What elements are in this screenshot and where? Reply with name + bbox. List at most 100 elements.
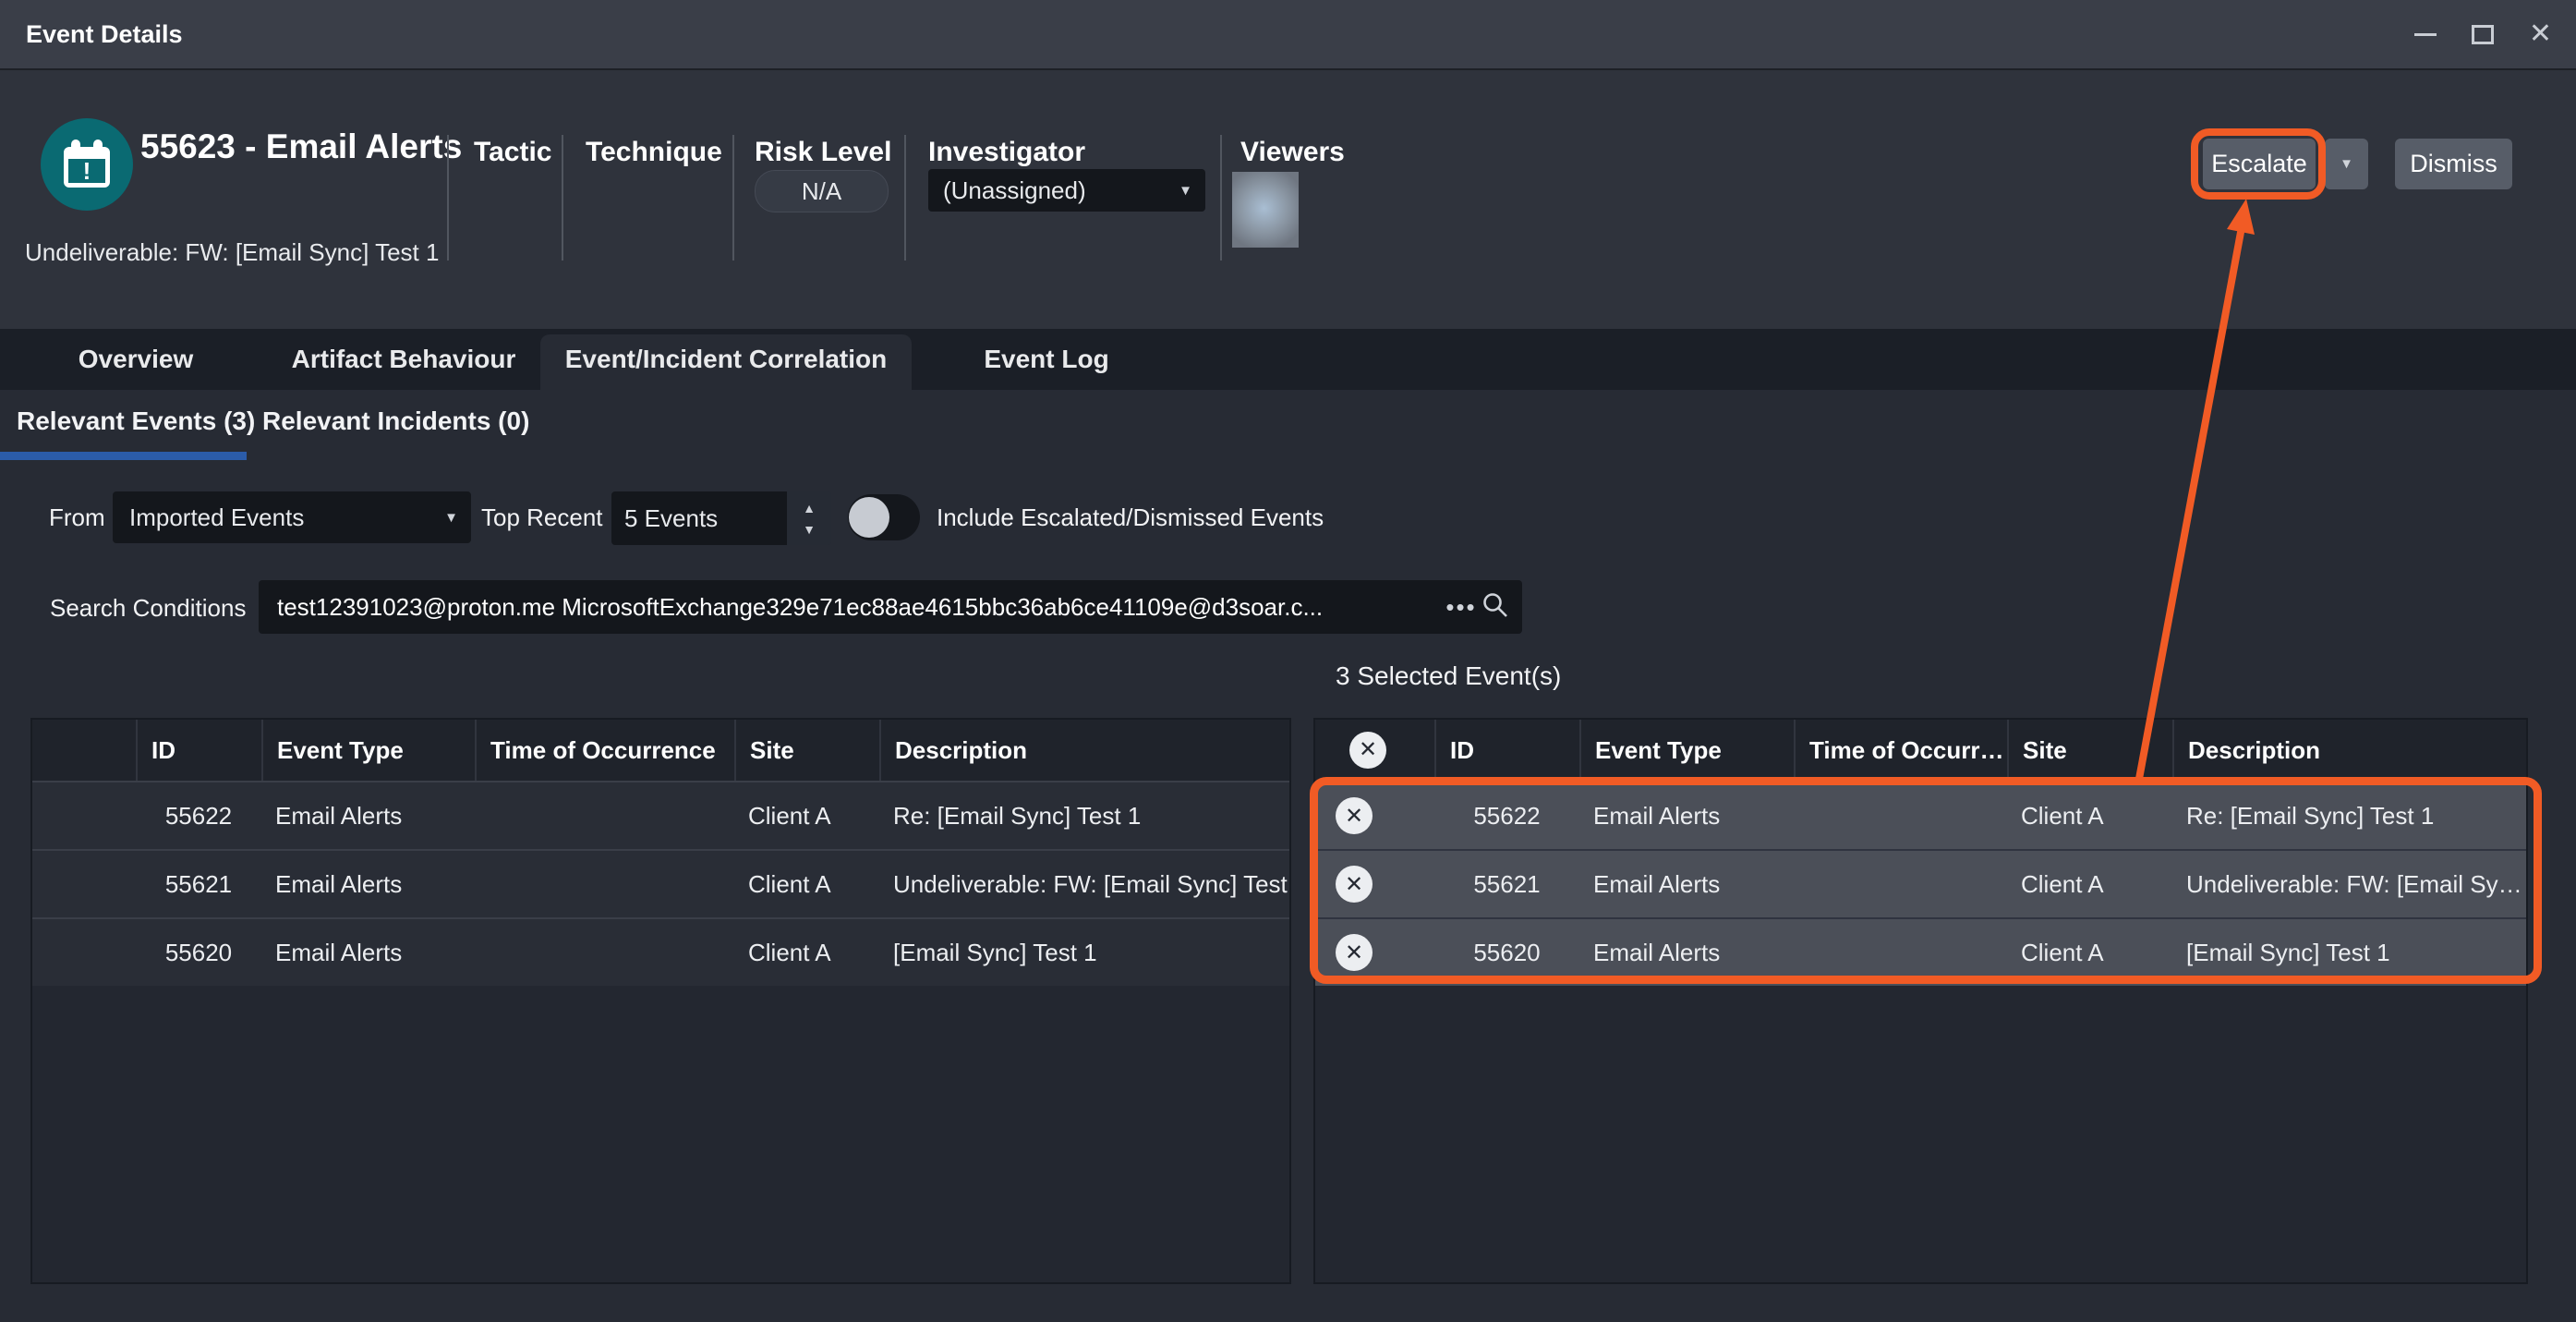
investigator-label: Investigator [928, 137, 1085, 168]
include-escalated-label: Include Escalated/Dismissed Events [937, 490, 1324, 545]
investigator-value: (Unassigned) [943, 176, 1179, 205]
cell-event-type: Email Alerts [261, 939, 475, 967]
technique-label: Technique [586, 137, 722, 168]
risk-level-value: N/A [755, 170, 889, 212]
selected-row[interactable]: ✕ 55621 Email Alerts Client A Undelivera… [1315, 849, 2526, 917]
remove-cell: ✕ [1315, 797, 1434, 834]
table-row[interactable]: 55622 Email Alerts Client A Re: [Email S… [32, 781, 1289, 849]
search-conditions-label: Search Conditions [50, 580, 246, 636]
col-id[interactable]: ID [136, 720, 261, 781]
escalate-button[interactable]: Escalate [2203, 139, 2316, 189]
cell-event-type: Email Alerts [1579, 802, 1794, 831]
dismiss-button[interactable]: Dismiss [2395, 139, 2512, 189]
escalate-dropdown-button[interactable]: ▼ [2325, 139, 2368, 189]
col-description[interactable]: Description [879, 720, 1289, 781]
include-escalated-toggle[interactable] [848, 494, 920, 540]
top-recent-value: 5 Events [624, 504, 718, 533]
main-tab-bar: Overview Artifact Behaviour Event/Incide… [0, 329, 2576, 390]
cell-description: Undeliverable: FW: [Email Sync] Test 1 [2172, 870, 2526, 899]
col-time[interactable]: Time of Occurrence [475, 720, 734, 781]
cell-event-type: Email Alerts [261, 802, 475, 831]
search-conditions-box: ••• [259, 580, 1522, 634]
window-title: Event Details [26, 0, 183, 68]
cell-description: Re: [Email Sync] Test 1 [2172, 802, 2526, 831]
select-column-header [32, 720, 136, 781]
col-time[interactable]: Time of Occurrence [1794, 720, 2007, 781]
viewer-avatar[interactable] [1232, 172, 1299, 248]
subtab-relevant-events[interactable]: Relevant Events (3) [17, 390, 255, 453]
viewers-label: Viewers [1240, 137, 1345, 168]
investigator-select[interactable]: (Unassigned) ▼ [928, 169, 1205, 212]
col-description[interactable]: Description [2172, 720, 2526, 781]
filter-row: From Imported Events ▼ Top Recent 5 Even… [0, 490, 2576, 554]
remove-cell: ✕ [1315, 866, 1434, 903]
subtab-relevant-incidents[interactable]: Relevant Incidents (0) [262, 390, 529, 453]
stepper-down-icon[interactable]: ▼ [803, 523, 816, 536]
cell-site: Client A [2007, 802, 2172, 831]
remove-event-icon[interactable]: ✕ [1336, 866, 1373, 903]
top-recent-value-box[interactable]: 5 Events [611, 491, 787, 545]
col-event-type[interactable]: Event Type [261, 720, 475, 781]
calendar-exclamation: ! [68, 159, 105, 183]
maximize-icon[interactable] [2472, 25, 2494, 44]
header-divider [732, 135, 734, 261]
selected-row[interactable]: ✕ 55622 Email Alerts Client A Re: [Email… [1315, 781, 2526, 849]
cell-site: Client A [2007, 939, 2172, 967]
col-event-type[interactable]: Event Type [1579, 720, 1794, 781]
chevron-down-icon: ▼ [444, 510, 458, 526]
col-id[interactable]: ID [1434, 720, 1579, 781]
tab-artifact-behaviour[interactable]: Artifact Behaviour [292, 329, 516, 390]
cell-description: Undeliverable: FW: [Email Sync] Test 1 [879, 870, 1289, 899]
calendar-glyph: ! [64, 147, 110, 188]
tab-overview[interactable]: Overview [79, 329, 194, 390]
tab-event-log[interactable]: Event Log [984, 329, 1108, 390]
toggle-knob [849, 497, 889, 538]
cell-event-type: Email Alerts [261, 870, 475, 899]
col-site[interactable]: Site [734, 720, 879, 781]
search-icon[interactable] [1482, 591, 1522, 624]
close-icon[interactable]: ✕ [2529, 20, 2552, 48]
cell-id: 55620 [1434, 939, 1579, 967]
chevron-down-icon: ▼ [2340, 156, 2353, 172]
search-conditions-input[interactable] [275, 592, 1441, 623]
cell-description: [Email Sync] Test 1 [879, 939, 1289, 967]
selected-events-table: ✕ ID Event Type Time of Occurrence Site … [1313, 718, 2528, 1284]
title-bar: Event Details ✕ [0, 0, 2576, 70]
table-row[interactable]: 55620 Email Alerts Client A [Email Sync]… [32, 917, 1289, 986]
sub-tab-bar: Relevant Events (3) Relevant Incidents (… [0, 390, 2576, 467]
cell-id: 55620 [136, 939, 261, 967]
header-divider [447, 135, 449, 261]
minimize-icon[interactable] [2414, 33, 2437, 36]
cell-event-type: Email Alerts [1579, 870, 1794, 899]
right-table-header: ✕ ID Event Type Time of Occurrence Site … [1315, 720, 2526, 781]
event-title: 55623 - Email Alerts [140, 127, 462, 166]
remove-all-icon[interactable]: ✕ [1349, 732, 1386, 769]
remove-event-icon[interactable]: ✕ [1336, 797, 1373, 834]
from-value: Imported Events [129, 503, 444, 532]
stepper-arrows: ▲ ▼ [787, 491, 831, 545]
top-recent-stepper[interactable]: 5 Events ▲ ▼ [611, 491, 831, 545]
tactic-label: Tactic [474, 137, 551, 168]
event-calendar-alert-icon: ! [41, 118, 133, 211]
risk-level-label: Risk Level [755, 137, 891, 168]
selected-row[interactable]: ✕ 55620 Email Alerts Client A [Email Syn… [1315, 917, 2526, 986]
from-select[interactable]: Imported Events ▼ [113, 491, 471, 543]
selected-events-summary: 3 Selected Event(s) [1336, 661, 1561, 691]
cell-site: Client A [2007, 870, 2172, 899]
event-subtitle: Undeliverable: FW: [Email Sync] Test 1 [25, 238, 439, 267]
remove-all-cell: ✕ [1315, 720, 1434, 781]
stepper-up-icon[interactable]: ▲ [803, 502, 816, 515]
active-subtab-underline [0, 452, 247, 460]
cell-site: Client A [734, 870, 879, 899]
tab-event-incident-correlation[interactable]: Event/Incident Correlation [540, 334, 912, 390]
table-row[interactable]: 55621 Email Alerts Client A Undeliverabl… [32, 849, 1289, 917]
cell-id: 55622 [136, 802, 261, 831]
col-site[interactable]: Site [2007, 720, 2172, 781]
event-header: ! 55623 - Email Alerts Tactic Technique … [0, 70, 2576, 329]
remove-event-icon[interactable]: ✕ [1336, 934, 1373, 971]
more-conditions-icon[interactable]: ••• [1441, 593, 1482, 622]
cell-description: Re: [Email Sync] Test 1 [879, 802, 1289, 831]
left-table-header: ID Event Type Time of Occurrence Site De… [32, 720, 1289, 781]
cell-site: Client A [734, 802, 879, 831]
chevron-down-icon: ▼ [1179, 183, 1192, 199]
